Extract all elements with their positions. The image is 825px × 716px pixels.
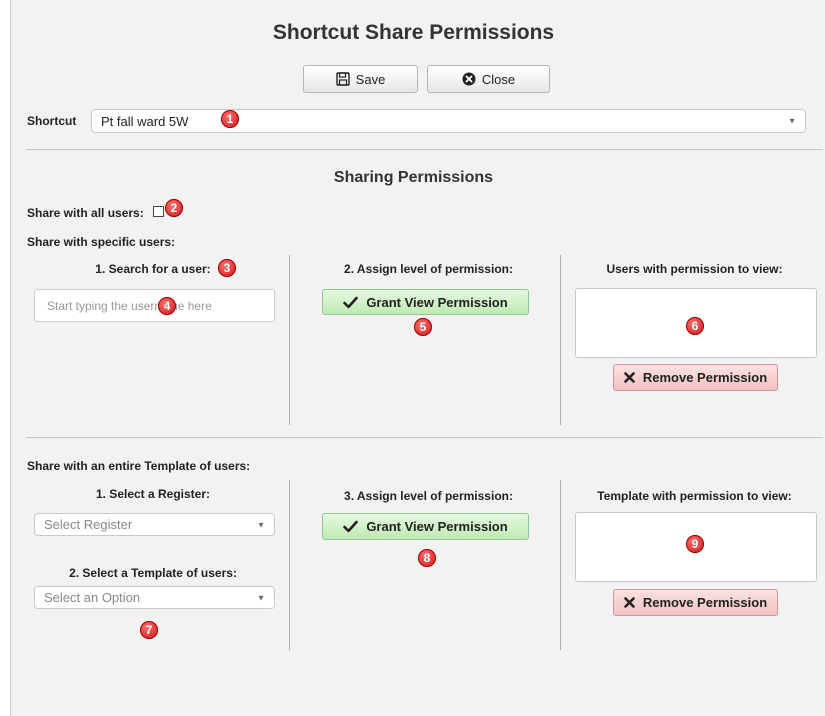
column-divider [560, 480, 561, 650]
share-all-label: Share with all users: [27, 206, 144, 220]
annotation-badge-9: 9 [686, 535, 704, 553]
register-placeholder: Select Register [44, 517, 133, 532]
sharing-permissions-heading: Sharing Permissions [333, 169, 494, 186]
annotation-badge-2: 2 [165, 199, 183, 217]
grant-template-label: Grant View Permission [366, 519, 508, 534]
select-template-label: 2. Select a Template of users: [69, 566, 237, 580]
register-select[interactable]: Select Register ▼ [34, 513, 275, 536]
column-divider [289, 255, 290, 425]
user-search-input[interactable]: Start typing the username here [34, 289, 275, 322]
template-placeholder: Select an Option [44, 590, 141, 605]
annotation-badge-8: 8 [418, 549, 436, 567]
template-with-permission-label: Template with permission to view: [597, 489, 792, 503]
share-specific-label: Share with specific users: [27, 235, 176, 249]
save-label: Save [355, 71, 386, 87]
save-button[interactable]: Save [303, 65, 418, 93]
divider [26, 149, 823, 150]
shortcut-select[interactable]: Pt fall ward 5W ▼ [91, 109, 806, 133]
remove-permission-button[interactable]: Remove Permission [613, 364, 778, 391]
users-with-permission-label: Users with permission to view: [606, 262, 783, 276]
checkmark-icon [343, 296, 359, 308]
select-register-label: 1. Select a Register: [95, 487, 211, 501]
grant-label: Grant View Permission [366, 294, 508, 310]
column-divider [560, 255, 561, 425]
annotation-badge-6: 6 [686, 317, 704, 335]
remove-template-permission-button[interactable]: Remove Permission [613, 589, 778, 616]
search-user-label: 1. Search for a user: [95, 262, 211, 276]
dialog-title: Shortcut Share Permissions [272, 21, 555, 44]
floppy-disk-icon [335, 72, 350, 86]
chevron-down-icon: ▼ [257, 520, 265, 529]
grant-template-view-permission-button[interactable]: Grant View Permission [322, 513, 529, 540]
x-icon [624, 597, 635, 608]
assign-permission-label: 2. Assign level of permission: [344, 262, 513, 276]
checkmark-icon [343, 520, 359, 533]
template-select[interactable]: Select an Option ▼ [34, 586, 275, 609]
close-label: Close [481, 71, 516, 87]
divider [26, 437, 823, 438]
share-all-checkbox[interactable] [153, 206, 164, 217]
annotation-badge-4: 4 [158, 297, 176, 315]
grant-view-permission-button[interactable]: Grant View Permission [322, 289, 529, 315]
column-divider [289, 480, 290, 650]
annotation-badge-7: 7 [140, 621, 158, 639]
share-permissions-dialog: Shortcut Share Permissions Save Close Sh… [10, 0, 825, 716]
shortcut-label: Shortcut [27, 114, 77, 128]
chevron-down-icon: ▼ [257, 593, 265, 602]
shortcut-value: Pt fall ward 5W [101, 113, 189, 129]
annotation-badge-5: 5 [414, 318, 432, 336]
annotation-badge-1: 1 [221, 110, 239, 128]
annotation-badge-3: 3 [218, 259, 236, 277]
x-icon [624, 372, 635, 383]
close-circle-icon [462, 72, 476, 86]
share-template-label: Share with an entire Template of users: [27, 459, 251, 473]
assign-template-permission-label: 3. Assign level of permission: [344, 489, 513, 503]
close-button[interactable]: Close [427, 65, 550, 93]
remove-template-label: Remove Permission [642, 595, 768, 610]
remove-label: Remove Permission [642, 370, 768, 385]
chevron-down-icon: ▼ [788, 116, 796, 126]
